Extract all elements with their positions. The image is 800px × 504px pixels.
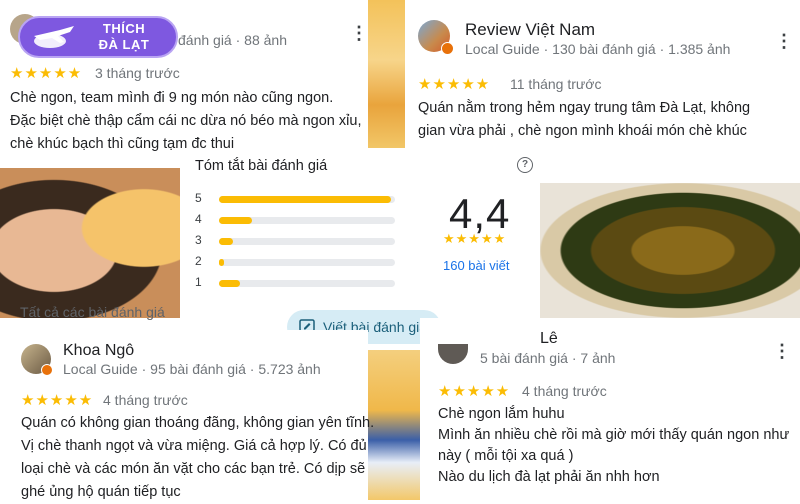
food-photo-right xyxy=(540,183,800,318)
review-line: Chè ngon lắm huhu xyxy=(438,406,565,422)
reviewer-meta: Local Guide · 95 bài đánh giá · 5.723 ản… xyxy=(63,361,321,377)
local-guide-badge-icon xyxy=(441,42,454,55)
average-rating-stars: ★★★★★ xyxy=(443,231,507,246)
logo-text: THÍCH ĐÀ LẠT xyxy=(84,21,164,53)
rating-stars: ★★★★★ xyxy=(418,76,491,93)
rating-bar-fill xyxy=(219,196,392,203)
review-date: 11 tháng trước xyxy=(510,76,602,92)
reviewer-name[interactable]: Review Việt Nam xyxy=(465,20,595,40)
rating-bar-label: 3 xyxy=(195,233,202,247)
reviewer-meta: 5 bài đánh giá · 7 ảnh xyxy=(480,350,616,366)
more-options-icon[interactable]: ⋮ xyxy=(350,24,368,42)
rating-bar-track xyxy=(219,280,395,287)
reviewer-meta: Local Guide · 130 bài đánh giá · 1.385 ả… xyxy=(465,41,731,57)
rating-bar-label: 2 xyxy=(195,254,202,268)
summary-title: Tóm tắt bài đánh giá xyxy=(195,158,328,174)
rating-bar-label: 1 xyxy=(195,275,202,289)
airplane-cloud-icon xyxy=(34,26,74,48)
review-line: Nào du lịch đà lạt phải ăn nhh hơn xyxy=(438,469,660,485)
review-line: Chè ngon, team mình đi 9 ng món nào cũng… xyxy=(10,90,334,106)
rating-bar-1: 1 xyxy=(195,275,405,289)
reviewer-name[interactable]: Khoa Ngô xyxy=(63,342,134,360)
more-options-icon[interactable]: ⋮ xyxy=(775,32,793,50)
review-date: 4 tháng trước xyxy=(522,383,607,399)
review-card-bottom-right: Lê 5 bài đánh giá · 7 ảnh ⋮ ★★★★★ 4 thán… xyxy=(420,318,800,500)
rating-stars: ★★★★★ xyxy=(21,392,94,409)
review-line: ghé ủng hộ quán tiếp tục xyxy=(21,484,181,500)
review-text: Quán nằm trong hẻm ngay trung tâm Đà Lạt… xyxy=(418,97,750,143)
rating-bar-track xyxy=(219,238,395,245)
review-text: Chè ngon lắm huhu Mình ăn nhiều chè rồi … xyxy=(438,404,789,488)
review-line: Vị chè thanh ngọt và vừa miệng. Giá cả h… xyxy=(21,438,367,454)
review-card-bottom-left: Khoa Ngô Local Guide · 95 bài đánh giá ·… xyxy=(0,330,374,500)
help-glyph: ? xyxy=(521,159,529,170)
review-meta: đánh giá · 88 ảnh xyxy=(178,32,287,48)
rating-bar-3: 3 xyxy=(195,233,405,247)
review-date: 4 tháng trước xyxy=(103,392,188,408)
rating-stars: ★★★★★ xyxy=(438,383,511,400)
review-line: Mình ăn nhiều chè rồi mà giờ mới thấy qu… xyxy=(438,427,790,443)
logo-line-2: ĐÀ LẠT xyxy=(98,37,150,52)
avatar xyxy=(438,344,468,364)
rating-bar-fill xyxy=(219,280,241,287)
rating-bar-fill xyxy=(219,217,253,224)
rating-bar-2: 2 xyxy=(195,254,405,268)
review-text: Chè ngon, team mình đi 9 ng món nào cũng… xyxy=(10,87,361,156)
review-line: loại chè và các món ăn vặt cho các bạn t… xyxy=(21,461,366,477)
rating-stars: ★★★★★ xyxy=(10,65,83,82)
review-line: này ( mỗi tội xa quá ) xyxy=(438,448,574,464)
food-photo-left xyxy=(0,168,180,318)
rating-bar-track xyxy=(219,196,395,203)
rating-bar-label: 4 xyxy=(195,212,202,226)
logo-line-1: THÍCH xyxy=(102,21,146,36)
review-date: 3 tháng trước xyxy=(95,65,180,81)
more-options-icon[interactable]: ⋮ xyxy=(773,342,791,360)
thich-da-lat-logo: THÍCH ĐÀ LẠT xyxy=(18,16,178,58)
review-text: Quán có không gian thoáng đãng, không gi… xyxy=(21,412,374,504)
rating-bar-track xyxy=(219,259,395,266)
review-count-link[interactable]: 160 bài viết xyxy=(443,258,510,273)
review-line: gian vừa phải , chè ngon mình khoái món … xyxy=(418,123,747,139)
all-reviews-label[interactable]: Tất cả các bài đánh giá xyxy=(20,304,165,320)
help-icon[interactable]: ? xyxy=(517,157,533,173)
review-line: Đặc biệt chè thập cẩm cái nc dừa nó béo … xyxy=(10,113,362,129)
rating-bar-fill xyxy=(219,238,234,245)
rating-bar-label: 5 xyxy=(195,191,202,205)
rating-bar-4: 4 xyxy=(195,212,405,226)
food-photo-top xyxy=(368,0,408,150)
reviewer-name[interactable]: Lê xyxy=(540,330,558,348)
review-line: Quán có không gian thoáng đãng, không gi… xyxy=(21,415,375,431)
rating-bar-track xyxy=(219,217,395,224)
review-line: Quán nằm trong hẻm ngay trung tâm Đà Lạt… xyxy=(418,100,751,116)
rating-bar-5: 5 xyxy=(195,191,405,205)
rating-bar-fill xyxy=(219,259,225,266)
local-guide-badge-icon xyxy=(41,364,53,376)
